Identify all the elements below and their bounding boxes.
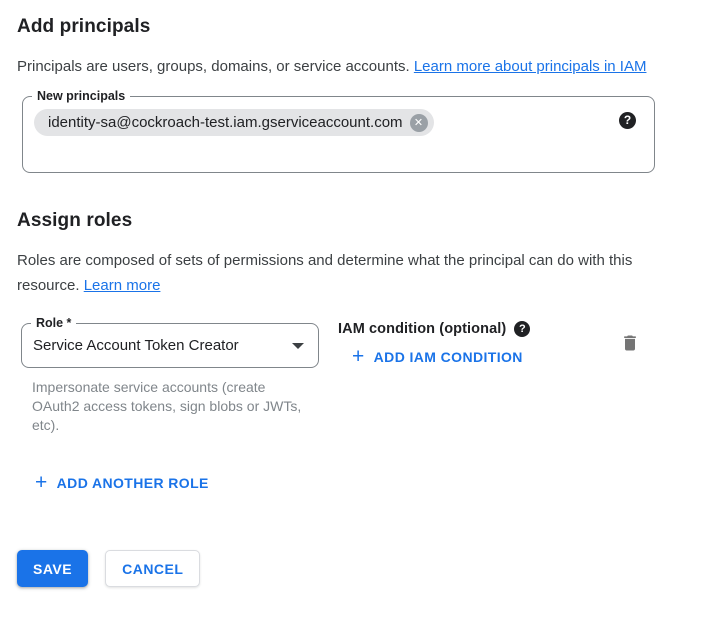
chip-remove-icon[interactable]: ✕ bbox=[410, 114, 428, 132]
role-select-label: Role * bbox=[31, 315, 76, 332]
new-principals-label: New principals bbox=[32, 88, 130, 105]
new-principals-help-icon[interactable]: ? bbox=[619, 112, 636, 129]
plus-icon: + bbox=[352, 347, 365, 367]
principal-chip[interactable]: identity-sa@cockroach-test.iam.gservicea… bbox=[34, 109, 434, 136]
iam-condition-help-icon[interactable]: ? bbox=[514, 321, 530, 337]
role-helper-text: Impersonate service accounts (create OAu… bbox=[32, 378, 304, 435]
save-button[interactable]: SAVE bbox=[17, 550, 88, 587]
add-another-role-label: ADD ANOTHER ROLE bbox=[57, 475, 209, 491]
assign-roles-description: Roles are composed of sets of permission… bbox=[17, 248, 696, 298]
delete-role-button[interactable] bbox=[620, 332, 640, 354]
role-binding-row: Role * Service Account Token Creator Imp… bbox=[17, 323, 696, 435]
dialog-actions: SAVE CANCEL bbox=[17, 550, 696, 587]
role-column: Role * Service Account Token Creator Imp… bbox=[21, 323, 319, 435]
page-title: Add principals bbox=[17, 16, 696, 38]
trash-icon bbox=[620, 332, 640, 354]
new-principals-field[interactable]: New principals identity-sa@cockroach-tes… bbox=[22, 96, 655, 173]
add-iam-condition-button[interactable]: + ADD IAM CONDITION bbox=[352, 347, 523, 367]
add-iam-condition-label: ADD IAM CONDITION bbox=[374, 349, 523, 365]
principals-description: Principals are users, groups, domains, o… bbox=[17, 54, 696, 79]
add-another-role-button[interactable]: + ADD ANOTHER ROLE bbox=[35, 473, 209, 493]
iam-condition-label: IAM condition (optional) bbox=[338, 321, 506, 337]
learn-more-principals-link[interactable]: Learn more about principals in IAM bbox=[414, 58, 647, 75]
cancel-button[interactable]: CANCEL bbox=[105, 550, 200, 587]
iam-condition-label-row: IAM condition (optional) ? bbox=[338, 321, 530, 337]
learn-more-roles-link[interactable]: Learn more bbox=[84, 277, 161, 294]
role-select[interactable]: Role * Service Account Token Creator bbox=[21, 323, 319, 368]
assign-roles-title: Assign roles bbox=[17, 210, 696, 232]
principal-chip-label: identity-sa@cockroach-test.iam.gservicea… bbox=[48, 114, 403, 131]
add-principals-panel: Add principals Principals are users, gro… bbox=[0, 0, 713, 629]
role-selected-value: Service Account Token Creator bbox=[33, 337, 239, 354]
iam-condition-column: IAM condition (optional) ? + ADD IAM CON… bbox=[338, 323, 530, 368]
dropdown-arrow-icon bbox=[292, 343, 304, 349]
plus-icon: + bbox=[35, 473, 48, 493]
principals-description-text: Principals are users, groups, domains, o… bbox=[17, 58, 414, 75]
